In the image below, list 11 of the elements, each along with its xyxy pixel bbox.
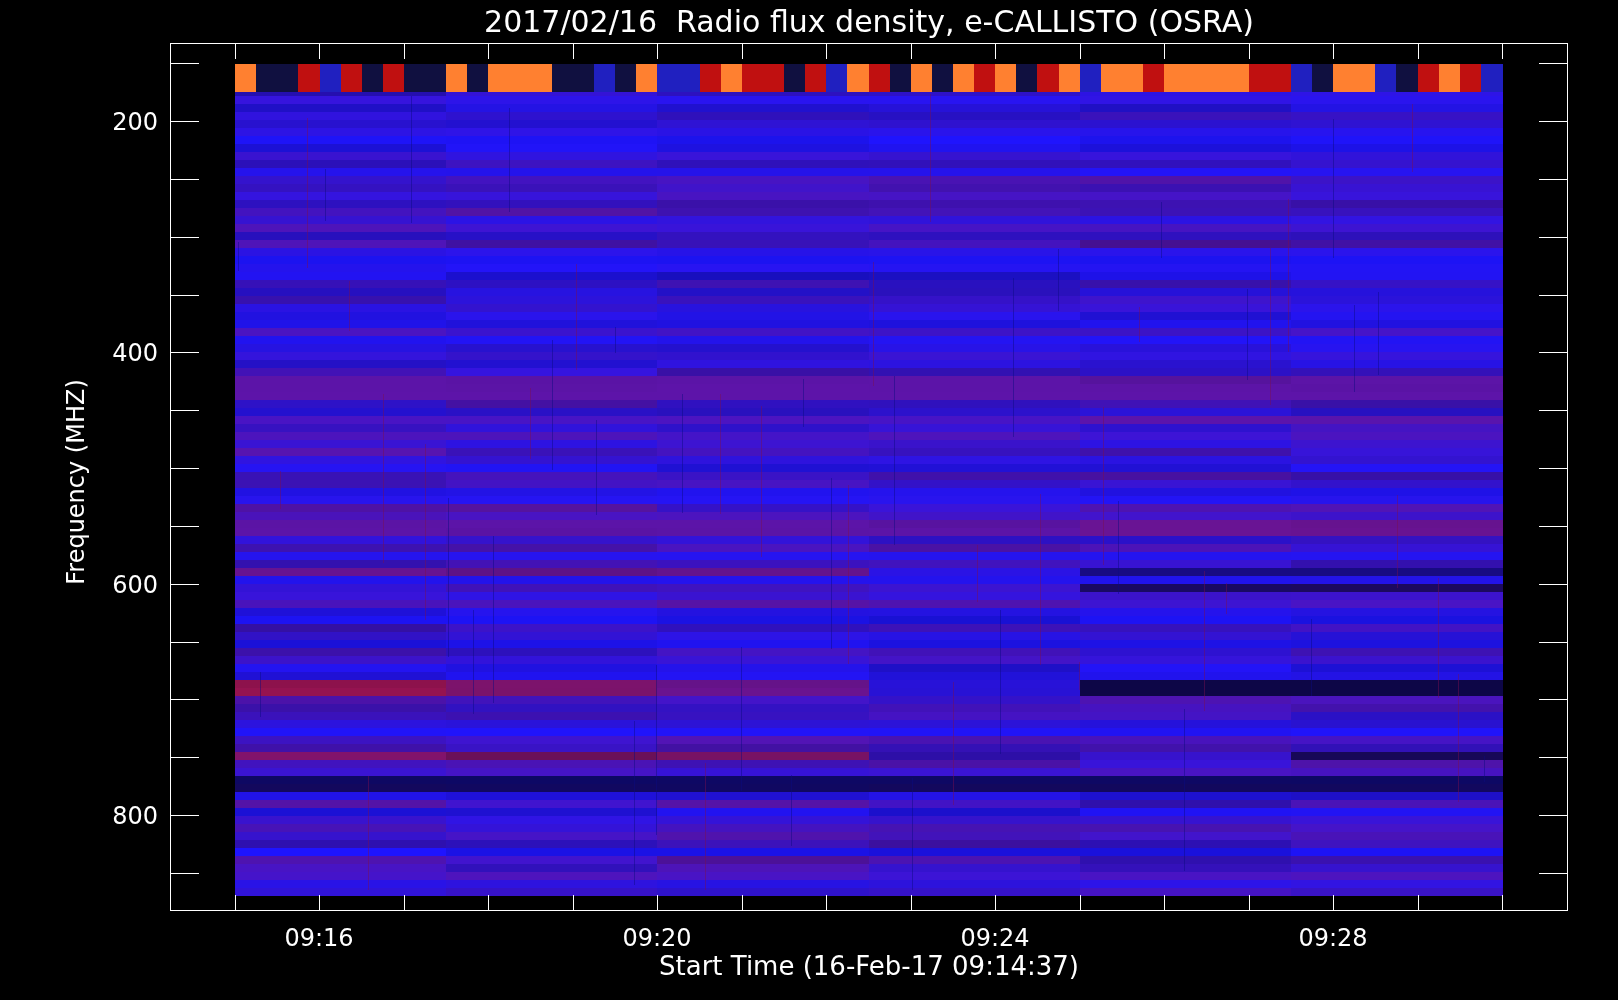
- y-axis-label: Frequency (MHZ): [62, 379, 90, 585]
- chart-title: 2017/02/16 Radio flux density, e-CALLISTO (OSRA): [484, 4, 1254, 39]
- y-tick-label: 800: [112, 802, 158, 830]
- x-axis-label: Start Time (16-Feb-17 09:14:37): [659, 951, 1079, 981]
- x-tick-label: 09:20: [622, 924, 692, 952]
- y-tick-label: 200: [112, 108, 158, 136]
- y-tick-label: 400: [112, 339, 158, 368]
- x-tick-label: 09:28: [1298, 924, 1368, 952]
- x-tick-label: 09:16: [284, 924, 354, 952]
- x-tick-label: 09:24: [960, 924, 1030, 952]
- y-tick-label: 600: [112, 570, 158, 599]
